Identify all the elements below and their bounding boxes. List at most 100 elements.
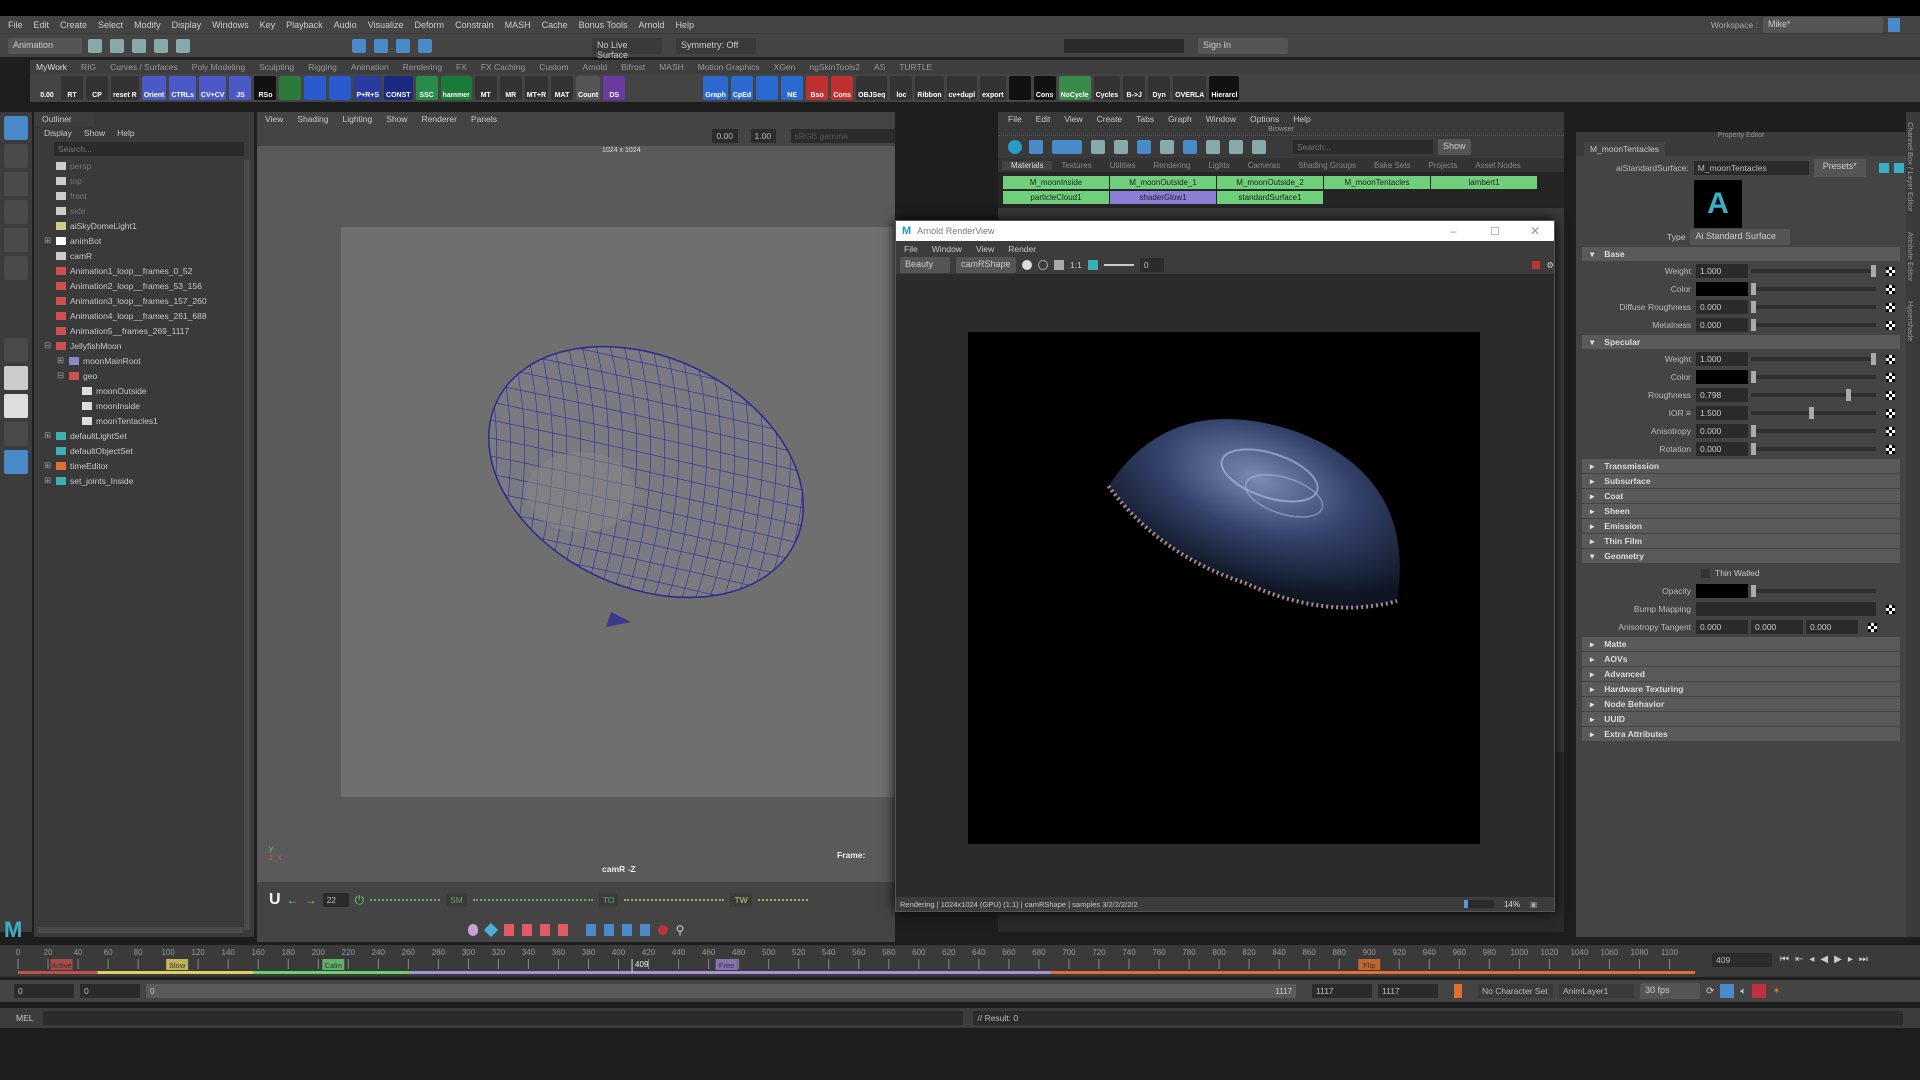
two-view-icon[interactable] [4,394,28,418]
hypershade-menu-options[interactable]: Options [1250,114,1279,124]
pan-icon[interactable] [1054,260,1064,270]
browser-search-input[interactable]: Search... [1293,140,1433,154]
range-bar[interactable]: 0 1117 [146,984,1296,998]
shelf-tab-sculpting[interactable]: Sculpting [259,62,294,72]
shelf-button-graph[interactable]: Graph [703,76,728,100]
menu-audio[interactable]: Audio [334,20,357,30]
viewport-menu-lighting[interactable]: Lighting [342,114,372,124]
outliner-item[interactable]: ⊞ moonMainRoot [44,353,254,368]
next-key-icon[interactable]: → [305,893,317,907]
go-to-start-icon[interactable]: ⏮ [1780,954,1789,965]
symmetry-dropdown[interactable]: Symmetry: Off [676,37,756,54]
shelf-button-count[interactable]: Count [576,76,601,100]
section-specular[interactable]: ▾ Specular [1582,335,1900,349]
hypershade-menu-edit[interactable]: Edit [1036,114,1051,124]
shelf-button-ne[interactable]: NE [781,76,804,100]
renderview-menu-file[interactable]: File [904,244,918,254]
bookmark-prev-icon[interactable] [539,924,550,936]
presets-button[interactable]: Presets* [1813,159,1866,177]
snap-grid-icon[interactable] [352,38,366,53]
menu-constrain[interactable]: Constrain [455,20,494,30]
loop-icon[interactable]: ⟳ [1706,986,1714,997]
aov-dropdown[interactable]: Beauty [900,257,950,273]
bump-field[interactable] [1696,602,1876,616]
character-set-dropdown[interactable]: No Character Set [1478,984,1553,998]
side-tab-attribute-editor[interactable]: Attribute Editor [1906,232,1915,282]
tangent-y[interactable]: 0.000 [1751,620,1803,634]
xl-swatch-icon[interactable] [1160,140,1174,154]
shelf-button-cv-cv[interactable]: CV+CV [198,76,227,100]
side-tab-hypershade[interactable]: Hypershade [1906,301,1915,341]
attr-slider[interactable] [1751,407,1876,419]
outliner-hscrollbar[interactable] [38,927,243,933]
shelf-tab-xgen[interactable]: XGen [774,62,796,72]
copy-tab-icon[interactable] [1878,163,1889,173]
shelf-button-cons[interactable]: Cons [831,76,854,100]
playback-start-field[interactable]: 0 [80,984,140,998]
outliner-item[interactable]: ⊟ JellyfishMoon [44,338,254,353]
material-swatch[interactable]: M_moonOutside_1 [1110,176,1216,189]
timeline-ruler[interactable]: 0 20 40 60 80 100 120 140 160 180 200 220 240 260 280 3… [0,945,1700,977]
shelf-button-objseq[interactable]: OBJSeq [856,76,888,100]
shelf-button-11[interactable] [329,76,352,100]
side-tab-channel-box-layer-editor[interactable]: Channel Box / Layer Editor [1906,122,1915,212]
renderview-menu-window[interactable]: Window [932,244,962,254]
shelf-button-reset-r[interactable]: reset R [111,76,139,100]
shelf-button-ribbon[interactable]: Ribbon [915,76,944,100]
start-time-field[interactable]: 0 [14,984,74,998]
outliner-item[interactable]: Animation1_loop__frames_0_52 [44,263,254,278]
display-icon[interactable] [1087,260,1098,270]
shelf-button-b-j[interactable]: B->J [1123,76,1146,100]
map-button-icon[interactable] [1886,390,1895,400]
command-language[interactable]: MEL [16,1013,33,1023]
material-swatch[interactable]: M_moonTentacles [1324,176,1430,189]
select-tool-icon[interactable] [4,116,28,140]
expand-icon[interactable]: ⊞ [44,460,56,471]
snap-point-icon[interactable] [396,38,410,53]
anim-layer-dropdown[interactable]: AnimLayer1 [1559,984,1634,998]
menu-playback[interactable]: Playback [286,20,323,30]
go-to-end-icon[interactable]: ⏭ [1859,954,1868,965]
outliner-menu-display[interactable]: Display [44,128,72,138]
manipulator-icon[interactable] [4,338,28,362]
menu-visualize[interactable]: Visualize [368,20,404,30]
shelf-tab-rendering[interactable]: Rendering [403,62,442,72]
material-swatch[interactable]: particleCloud1 [1003,190,1109,204]
section-hardware-texturing[interactable]: ▸ Hardware Texturing [1582,682,1900,696]
outliner-item[interactable]: ⊞ animBot [44,233,254,248]
shelf-button-22[interactable] [628,76,651,100]
shelf-button-0-00[interactable]: 0.00 [36,76,58,100]
current-frame-field[interactable]: 409 [1712,953,1772,967]
outliner-item[interactable]: moonInside [44,398,254,413]
lasso-tool-icon[interactable] [4,144,28,168]
section-thin-film[interactable]: ▸ Thin Film [1582,534,1900,548]
attr-value-field[interactable]: 1.500 [1696,406,1748,420]
outliner-item[interactable]: Animation3_loop__frames_157_260 [44,293,254,308]
section-transmission[interactable]: ▸ Transmission [1582,459,1900,473]
shelf-button-p-r-s[interactable]: P+R+S [354,76,382,100]
medium-swatch-icon[interactable] [1114,140,1128,154]
outliner-item[interactable]: aiSkyDomeLight1 [44,218,254,233]
tangent-x[interactable]: 0.000 [1696,620,1748,634]
shelf-button-23[interactable] [653,76,676,100]
shelf-button-cp[interactable]: CP [86,76,108,100]
shelf-tab-animation[interactable]: Animation [351,62,389,72]
browser-view-icon[interactable] [1029,140,1043,154]
shelf-button-loc[interactable]: loc [890,76,913,100]
outliner-scrollbar[interactable] [244,160,250,930]
hypershade-menu-file[interactable]: File [1008,114,1022,124]
browser-tab-rendering[interactable]: Rendering [1144,161,1199,170]
browser-tab-asset-nodes[interactable]: Asset Nodes [1466,161,1529,170]
shelf-tab-arnold[interactable]: Arnold [583,62,608,72]
material-swatch[interactable]: lambert1 [1431,176,1537,189]
menu-bonus-tools[interactable]: Bonus Tools [579,20,628,30]
shelf-button-cped[interactable]: CpEd [730,76,754,100]
shelf-button-rso[interactable]: RSo [254,76,277,100]
sign-in-button[interactable]: Sign In [1198,37,1288,54]
browser-on-icon[interactable] [1008,140,1022,154]
gamma-field[interactable]: 1.00 [750,129,776,143]
snap-view-icon[interactable] [418,38,432,53]
section-geometry[interactable]: ▾ Geometry [1582,549,1900,563]
menu-select[interactable]: Select [98,20,123,30]
menu-display[interactable]: Display [172,20,202,30]
